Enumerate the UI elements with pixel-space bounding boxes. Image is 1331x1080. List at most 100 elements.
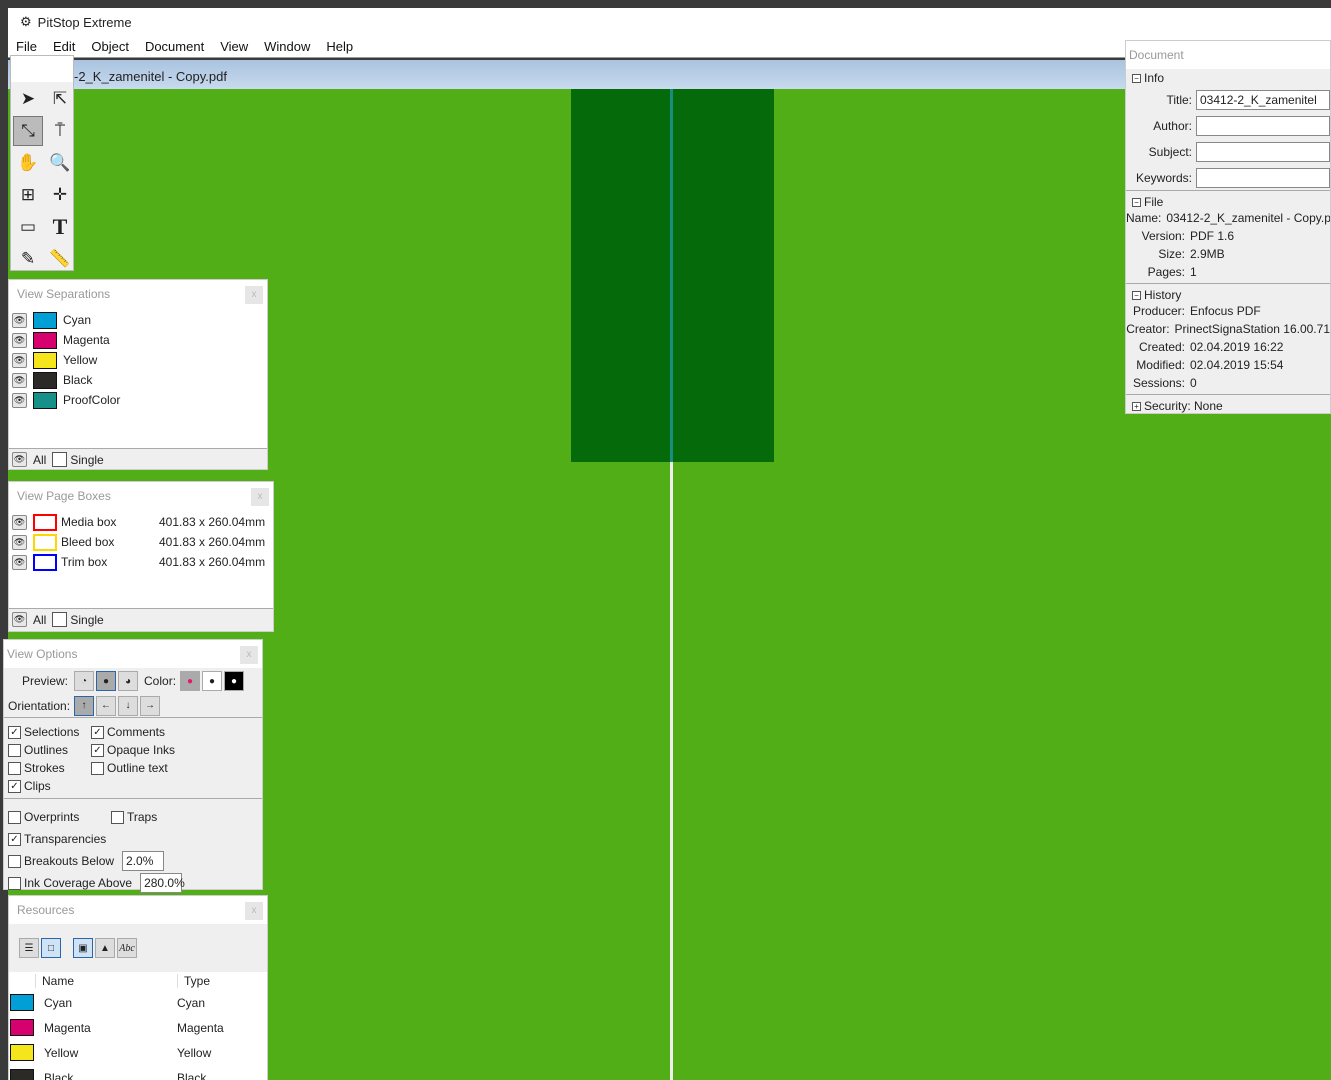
column-name[interactable]: Name: [35, 974, 177, 988]
menu-file[interactable]: File: [8, 39, 45, 54]
menu-help[interactable]: Help: [318, 39, 361, 54]
separation-row[interactable]: 👁 Magenta: [9, 330, 267, 350]
eye-icon[interactable]: 👁: [12, 372, 27, 388]
image-resources-icon[interactable]: ▲: [95, 938, 115, 958]
column-type[interactable]: Type: [177, 974, 210, 988]
separation-row[interactable]: 👁 Cyan: [9, 310, 267, 330]
menu-edit[interactable]: Edit: [45, 39, 83, 54]
ink-coverage-checkbox[interactable]: [8, 876, 21, 890]
color-inverse-icon[interactable]: ●: [224, 671, 245, 691]
keywords-label: Keywords:: [1135, 170, 1192, 185]
eye-icon[interactable]: 👁: [12, 392, 27, 408]
separation-row[interactable]: 👁 ProofColor: [9, 390, 267, 410]
close-icon[interactable]: x: [245, 902, 263, 920]
option-checkbox-row[interactable]: ✓ Selections: [8, 724, 91, 740]
option-checkbox[interactable]: [8, 761, 21, 775]
color-rgb-icon[interactable]: ●: [180, 671, 201, 691]
resize-icon[interactable]: ⤡: [13, 116, 43, 146]
eye-icon[interactable]: 👁: [12, 534, 27, 550]
hand-icon[interactable]: ✋: [13, 148, 43, 178]
resource-row[interactable]: Magenta Magenta: [9, 1015, 267, 1040]
ink-coverage-input[interactable]: 280.0%: [140, 873, 185, 893]
select-hollow-arrow-icon[interactable]: ⇱: [45, 84, 75, 114]
zoom-icon[interactable]: 🔍: [45, 148, 75, 178]
option-checkbox[interactable]: ✓: [91, 743, 104, 757]
ruler-icon[interactable]: 📏: [45, 244, 75, 274]
option-checkbox[interactable]: ✓: [91, 725, 104, 739]
page-box-row[interactable]: 👁 Media box 401.83 x 260.04mm: [9, 512, 273, 532]
title-input[interactable]: 03412-2_K_zamenitel: [1196, 90, 1330, 110]
select-arrow-icon[interactable]: ➤: [13, 84, 43, 114]
single-checkbox[interactable]: [52, 452, 68, 467]
panel-title: View Options: [7, 647, 78, 661]
separation-row[interactable]: 👁 Black: [9, 370, 267, 390]
collapse-icon[interactable]: −: [1132, 198, 1141, 208]
orientation-90-icon[interactable]: ←: [96, 695, 117, 716]
menu-view[interactable]: View: [212, 39, 256, 54]
option-checkbox-row[interactable]: ✓ Clips: [8, 778, 91, 794]
single-checkbox[interactable]: [52, 612, 68, 627]
option-checkbox[interactable]: [8, 743, 21, 757]
page-box-row[interactable]: 👁 Trim box 401.83 x 260.04mm: [9, 552, 273, 572]
resource-row[interactable]: Cyan Cyan: [9, 990, 267, 1015]
subject-input[interactable]: [1196, 142, 1330, 162]
eye-icon[interactable]: 👁: [12, 312, 27, 328]
single-label: Single: [70, 612, 104, 627]
orientation-270-icon[interactable]: →: [140, 695, 161, 716]
close-icon[interactable]: x: [251, 488, 269, 506]
menu-window[interactable]: Window: [256, 39, 318, 54]
resource-row[interactable]: Black Black: [9, 1065, 267, 1080]
paint-roller-icon[interactable]: ⍑: [45, 116, 75, 146]
collapse-icon[interactable]: −: [1132, 291, 1141, 301]
rectangle-icon[interactable]: ▭: [13, 212, 43, 242]
keywords-input[interactable]: [1196, 167, 1330, 188]
color-gray-icon[interactable]: ●: [202, 671, 223, 691]
box-size: 401.83 x 260.04mm: [159, 515, 266, 529]
orientation-0-icon[interactable]: ↑: [74, 695, 95, 716]
color-resources-icon[interactable]: ▣: [73, 938, 93, 958]
eye-icon[interactable]: 👁: [12, 554, 27, 570]
separation-row[interactable]: 👁 Yellow: [9, 350, 267, 370]
close-icon[interactable]: x: [245, 286, 263, 304]
option-checkbox[interactable]: [91, 761, 104, 775]
preview-outline-icon[interactable]: ◔: [74, 671, 95, 691]
overprints-checkbox[interactable]: [8, 810, 21, 824]
eye-icon[interactable]: 👁: [12, 452, 27, 467]
detail-view-icon[interactable]: □: [41, 938, 61, 958]
menu-object[interactable]: Object: [83, 39, 137, 54]
preview-shaded-icon[interactable]: ◕: [118, 671, 139, 691]
font-resources-icon[interactable]: Abc: [117, 938, 137, 958]
option-checkbox[interactable]: ✓: [8, 779, 21, 793]
breakouts-checkbox[interactable]: [8, 854, 21, 868]
eye-icon[interactable]: 👁: [12, 612, 27, 627]
text-icon[interactable]: T: [45, 212, 75, 242]
eye-icon[interactable]: 👁: [12, 332, 27, 348]
expand-icon[interactable]: +: [1132, 402, 1141, 412]
crop-box-icon[interactable]: ⊞: [13, 180, 43, 210]
option-checkbox-row[interactable]: Outline text: [91, 760, 231, 776]
resource-row[interactable]: Yellow Yellow: [9, 1040, 267, 1065]
transparencies-checkbox[interactable]: ✓: [8, 832, 21, 846]
resource-type: Black: [177, 1070, 207, 1080]
move-cross-icon[interactable]: ✛: [45, 180, 75, 210]
eye-icon[interactable]: 👁: [12, 352, 27, 368]
option-checkbox-row[interactable]: ✓ Comments: [91, 724, 231, 740]
option-checkbox-row[interactable]: Outlines: [8, 742, 91, 758]
traps-checkbox[interactable]: [111, 810, 124, 824]
list-view-icon[interactable]: ☰: [19, 938, 39, 958]
page-box-row[interactable]: 👁 Bleed box 401.83 x 260.04mm: [9, 532, 273, 552]
separation-label: Magenta: [63, 333, 110, 347]
field-label: Producer:: [1132, 304, 1185, 318]
orientation-180-icon[interactable]: ↓: [118, 695, 139, 716]
option-checkbox[interactable]: ✓: [8, 725, 21, 739]
option-checkbox-row[interactable]: Strokes: [8, 760, 91, 776]
breakouts-input[interactable]: 2.0%: [122, 851, 165, 871]
eye-icon[interactable]: 👁: [12, 514, 27, 530]
close-icon[interactable]: x: [240, 646, 258, 664]
preview-fill-icon[interactable]: ●: [96, 671, 117, 691]
eyedropper-icon[interactable]: ✎: [13, 244, 43, 274]
option-checkbox-row[interactable]: ✓ Opaque Inks: [91, 742, 231, 758]
menu-document[interactable]: Document: [137, 39, 212, 54]
collapse-icon[interactable]: −: [1132, 74, 1141, 84]
author-input[interactable]: [1196, 116, 1330, 136]
